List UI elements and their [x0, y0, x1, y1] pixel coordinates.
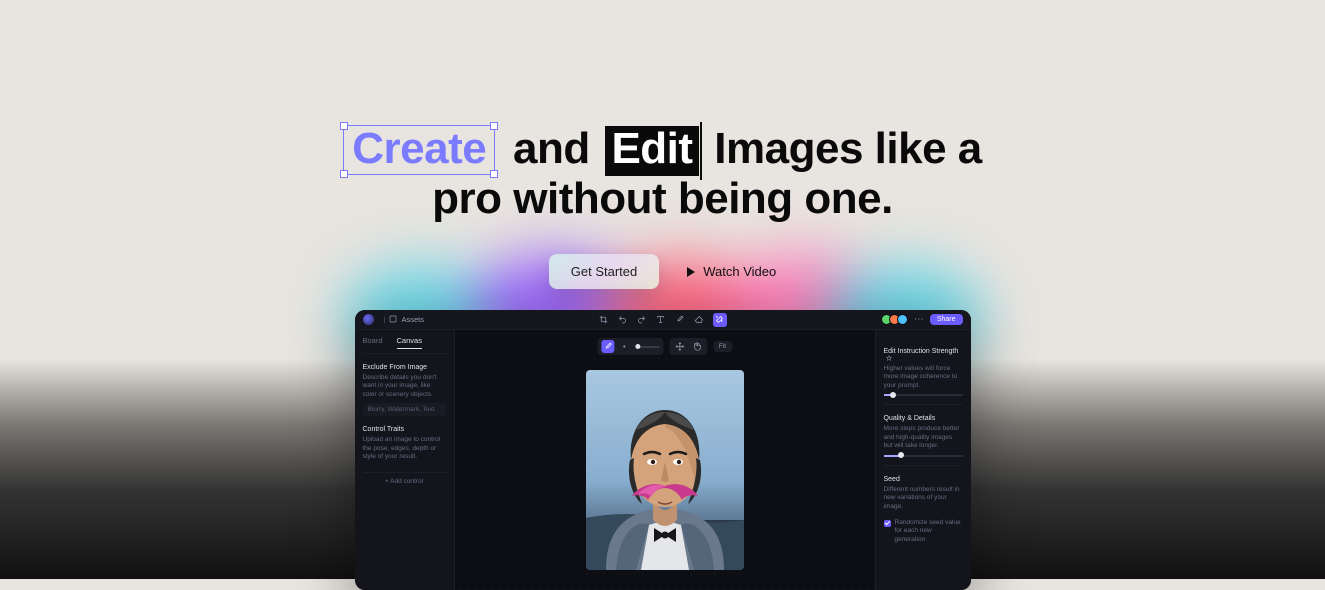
tab-canvas[interactable]: Canvas [397, 336, 422, 349]
watch-video-label: Watch Video [703, 264, 776, 279]
more-icon[interactable]: ⋯ [914, 314, 924, 325]
exclude-desc: Describe details you don't want in your … [363, 374, 446, 399]
right-panel: Edit Instruction Strength Higher values … [875, 330, 971, 590]
quality-section: Quality & Details More steps produce bet… [884, 415, 963, 465]
crop-icon[interactable] [599, 315, 608, 324]
text-icon[interactable] [656, 315, 665, 324]
control-desc: Upload an image to control the pose, edg… [363, 436, 446, 461]
control-title: Control Traits [363, 426, 446, 433]
seed-desc: Different numbers result in new variatio… [884, 486, 963, 511]
brush-icon[interactable] [675, 315, 684, 324]
control-section: Control Traits Upload an image to contro… [363, 426, 446, 461]
left-tabs: Board Canvas [363, 330, 446, 354]
strength-title: Edit Instruction Strength [884, 348, 963, 362]
canvas[interactable]: • Fit [455, 330, 875, 590]
canvas-toolbar: • Fit [597, 338, 732, 355]
exclude-input[interactable]: Blurry, Watermark, Text [363, 403, 446, 416]
randomize-seed-checkbox[interactable] [884, 520, 891, 527]
quality-desc: More steps produce better and high-quali… [884, 425, 963, 450]
tab-board[interactable]: Board [363, 336, 383, 349]
app-logo-icon[interactable] [363, 314, 374, 325]
app-window: | Assets ⋯ Share Bo [355, 310, 971, 590]
canvas-tool-hand[interactable] [690, 340, 703, 353]
canvas-tool-select[interactable] [601, 340, 614, 353]
redo-icon[interactable] [637, 315, 646, 324]
brush-size-slider[interactable] [635, 346, 659, 348]
canvas-image[interactable] [586, 370, 744, 570]
hero-rest-1: Images like a [714, 124, 981, 173]
exclude-section: Exclude From Image Describe details you … [363, 364, 446, 416]
eraser-icon[interactable] [694, 315, 703, 324]
wand-icon[interactable] [713, 313, 727, 327]
canvas-fit-button[interactable]: Fit [713, 341, 732, 352]
strength-section: Edit Instruction Strength Higher values … [884, 348, 963, 405]
hero-word-edit: Edit [605, 126, 698, 176]
play-icon [687, 267, 695, 277]
seed-title: Seed [884, 476, 963, 483]
breadcrumb-item[interactable] [389, 315, 397, 325]
get-started-button[interactable]: Get Started [549, 254, 659, 289]
breadcrumb-sep: | [384, 315, 386, 324]
randomize-seed-label: Randomize seed value for each new genera… [895, 519, 963, 544]
app-topbar: | Assets ⋯ Share [355, 310, 971, 330]
strength-slider[interactable] [884, 394, 963, 396]
canvas-tool-move[interactable] [673, 340, 686, 353]
left-panel: Board Canvas Exclude From Image Describe… [355, 330, 455, 590]
undo-icon[interactable] [618, 315, 627, 324]
strength-desc: Higher values will force more image cohe… [884, 365, 963, 390]
cta-row: Get Started Watch Video [0, 254, 1325, 289]
hero-word-create: Create [343, 125, 495, 175]
seed-section: Seed Different numbers result in new var… [884, 476, 963, 553]
quality-slider[interactable] [884, 455, 963, 457]
hero: Create and Edit Images like a pro withou… [0, 0, 1325, 289]
hero-title: Create and Edit Images like a pro withou… [0, 125, 1325, 222]
watch-video-button[interactable]: Watch Video [687, 264, 776, 279]
add-control-button[interactable]: + Add control [363, 472, 446, 485]
quality-title: Quality & Details [884, 415, 963, 422]
hero-word-and: and [513, 124, 590, 173]
canvas-tool-dot[interactable]: • [618, 340, 631, 353]
share-button[interactable]: Share [930, 314, 963, 325]
collaborator-avatars[interactable] [884, 314, 908, 325]
top-toolbar [599, 313, 727, 327]
exclude-title: Exclude From Image [363, 364, 446, 371]
breadcrumb-current[interactable]: Assets [401, 315, 424, 324]
avatar[interactable] [897, 314, 908, 325]
hero-line-2: pro without being one. [432, 174, 893, 223]
